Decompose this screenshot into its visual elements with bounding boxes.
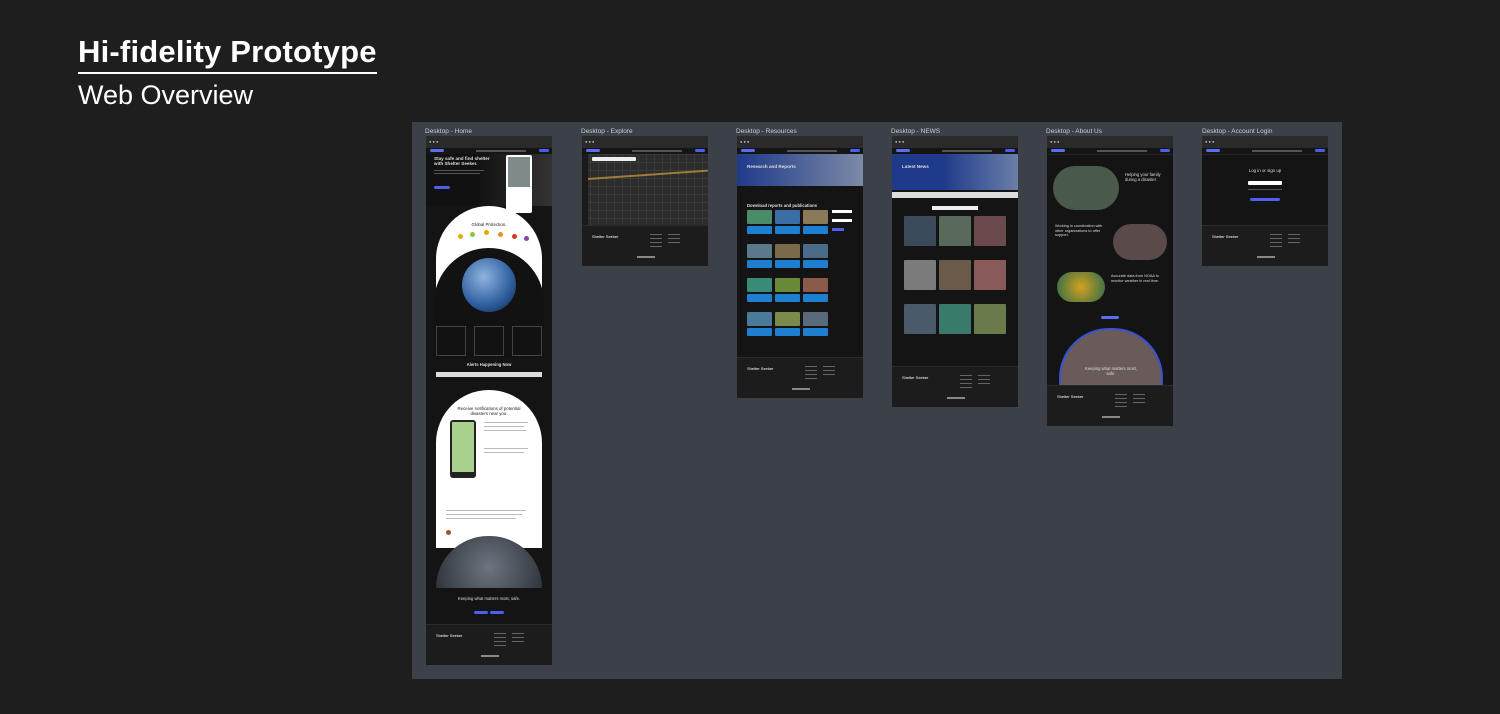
- footer-brand: Shelter Seeker: [747, 366, 774, 371]
- accurate-heading: Accurate data from NOAA to monitor weath…: [1111, 274, 1159, 283]
- site-footer: Shelter Seeker: [737, 357, 863, 398]
- frame-label-news[interactable]: Desktop - NEWS: [891, 128, 940, 135]
- frame-resources[interactable]: ● ● ● Research and Reports Download repo…: [737, 136, 863, 398]
- notifications-section: Receive notifications of potential disas…: [436, 390, 542, 500]
- hero-heading: Stay safe and find shelter with Shelter …: [434, 156, 490, 166]
- resources-heading: Research and Reports: [747, 164, 796, 169]
- frame-label-explore[interactable]: Desktop - Explore: [581, 128, 633, 135]
- hero-section: Stay safe and find shelter with Shelter …: [426, 154, 552, 213]
- news-heading: Latest News: [902, 164, 929, 169]
- keeping-heading: Keeping what matters most, safe.: [457, 596, 521, 601]
- family-photo: Keeping what matters most, safe.: [1059, 328, 1163, 390]
- page-subtitle: Web Overview: [78, 80, 254, 110]
- frame-label-login[interactable]: Desktop - Account Login: [1202, 128, 1272, 135]
- helping-heading: Helping your family during a disaster.: [1125, 172, 1161, 182]
- download-heading: Download reports and publications: [747, 203, 818, 208]
- news-search-input[interactable]: [932, 206, 978, 210]
- resources-hero: Research and Reports: [737, 154, 863, 186]
- alerts-strip[interactable]: [436, 372, 542, 377]
- news-hero: Latest News: [892, 154, 1018, 190]
- browser-chrome: ● ● ●: [1047, 136, 1173, 148]
- phone-mockup: [506, 155, 532, 213]
- frame-about[interactable]: ● ● ● Helping your family during a disas…: [1047, 136, 1173, 426]
- frame-news[interactable]: ● ● ● Latest News Shelter Seeker: [892, 136, 1018, 407]
- cta-button-1[interactable]: [474, 611, 488, 614]
- publications-grid[interactable]: [747, 210, 829, 350]
- frame-label-about[interactable]: Desktop - About Us: [1046, 128, 1102, 135]
- about-keeping-heading: Keeping what matters most, safe.: [1085, 366, 1137, 376]
- avatar: [446, 530, 451, 535]
- globe-image: [462, 258, 516, 312]
- global-heading: Global Protection.: [471, 222, 507, 227]
- login-heading: Log in or sign up: [1248, 168, 1282, 173]
- hero-cta-button[interactable]: [434, 186, 450, 189]
- browser-chrome: ● ● ●: [1202, 136, 1328, 148]
- news-grid[interactable]: [904, 216, 1006, 346]
- notify-heading: Receive notifications of potential disas…: [457, 406, 521, 416]
- site-footer: Shelter Seeker: [892, 366, 1018, 407]
- site-footer: Shelter Seeker: [582, 225, 708, 266]
- site-footer: Shelter Seeker: [426, 624, 552, 665]
- footer-brand: Shelter Seeker: [902, 375, 929, 380]
- site-footer: Shelter Seeker: [1202, 225, 1328, 266]
- frame-home[interactable]: ● ● ● Stay safe and find shelter with Sh…: [426, 136, 552, 665]
- nav-bar: [1202, 148, 1328, 155]
- alerts-heading: Alerts Happening Now: [466, 362, 512, 367]
- frame-login[interactable]: ● ● ● Log in or sign up Shelter Seeker: [1202, 136, 1328, 266]
- page-title: Hi-fidelity Prototype: [78, 34, 377, 74]
- browser-chrome: ● ● ●: [582, 136, 708, 148]
- frame-label-resources[interactable]: Desktop - Resources: [736, 128, 797, 135]
- filter-panel[interactable]: [832, 210, 852, 242]
- frame-label-home[interactable]: Desktop - Home: [425, 128, 472, 135]
- browser-chrome: ● ● ●: [426, 136, 552, 148]
- browser-chrome: ● ● ●: [737, 136, 863, 148]
- about-logo: [1101, 316, 1119, 319]
- browser-chrome: ● ● ●: [892, 136, 1018, 148]
- footer-brand: Shelter Seeker: [592, 234, 619, 239]
- working-heading: Working in coordination with other organ…: [1055, 224, 1103, 237]
- map-toolbar[interactable]: [582, 154, 588, 226]
- login-button[interactable]: [1250, 198, 1280, 201]
- about-photo-2: [1113, 224, 1167, 260]
- cta-button-2[interactable]: [490, 611, 504, 614]
- site-footer: Shelter Seeker: [1047, 385, 1173, 426]
- frame-explore[interactable]: ● ● ● Shelter Seeker: [582, 136, 708, 266]
- weather-map-image: [1057, 272, 1105, 302]
- email-input[interactable]: [1248, 181, 1282, 185]
- map-view[interactable]: [582, 154, 708, 226]
- footer-brand: Shelter Seeker: [1212, 234, 1239, 239]
- footer-brand: Shelter Seeker: [436, 633, 463, 638]
- about-photo-1: [1053, 166, 1119, 210]
- phone-map-mockup: [450, 420, 476, 478]
- footer-brand: Shelter Seeker: [1057, 394, 1084, 399]
- nav-bar: [1047, 148, 1173, 155]
- alerts-strip[interactable]: [892, 192, 1018, 198]
- map-search-input[interactable]: [592, 157, 636, 161]
- design-canvas: Desktop - Home Desktop - Explore Desktop…: [412, 122, 1342, 679]
